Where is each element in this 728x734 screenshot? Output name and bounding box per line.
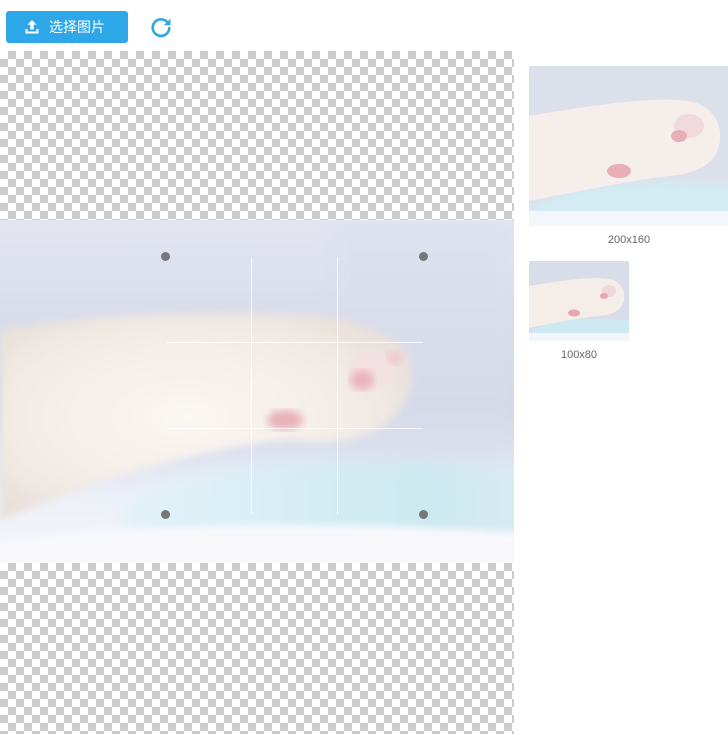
upload-icon	[25, 20, 39, 34]
grid-line	[166, 428, 423, 429]
image-cropper-page: 选择图片 200x160 100x80	[0, 0, 728, 734]
resize-handle-bottom-right[interactable]	[419, 510, 428, 519]
select-image-button[interactable]: 选择图片	[6, 11, 128, 43]
resize-handle-bottom-left[interactable]	[161, 510, 170, 519]
grid-line	[337, 257, 338, 514]
resize-handle-top-left[interactable]	[161, 252, 170, 261]
preview-large-label: 200x160	[607, 234, 651, 246]
rotate-button[interactable]	[149, 15, 173, 39]
crop-canvas[interactable]	[0, 51, 514, 734]
grid-line	[166, 342, 423, 343]
rotate-icon	[151, 18, 171, 38]
select-image-label: 选择图片	[49, 20, 105, 36]
preview-small-label: 100x80	[560, 349, 598, 361]
crop-selection[interactable]	[161, 252, 428, 519]
resize-handle-top-right[interactable]	[419, 252, 428, 261]
grid-line	[251, 257, 252, 514]
preview-small	[529, 261, 629, 341]
preview-large	[529, 66, 728, 226]
